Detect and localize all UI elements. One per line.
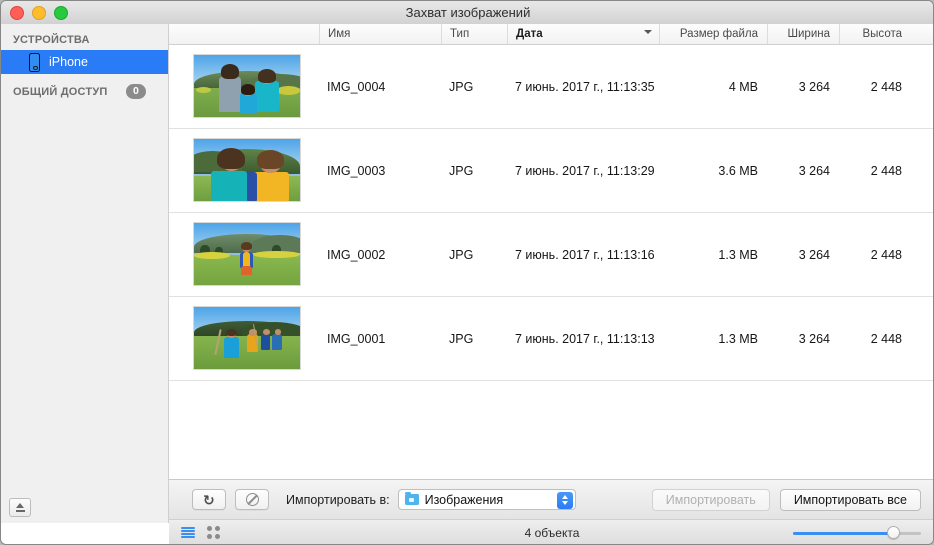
cell-name: IMG_0002 (327, 246, 385, 264)
table-row[interactable]: IMG_0003 JPG 7 июнь. 2017 г., 11:13:293.6 … (169, 129, 934, 213)
cell-height: 2 448 (839, 162, 902, 180)
iphone-icon (29, 53, 40, 72)
table-row[interactable]: IMG_0002 JPG 7 июнь. 2017 г., 11:13:161.3 … (169, 213, 934, 297)
column-header-size[interactable]: Размер файла (659, 24, 767, 44)
cell-width: 3 264 (767, 330, 830, 348)
thumbnail-cell (193, 222, 305, 288)
minimize-button[interactable] (32, 6, 46, 20)
cell-height: 2 448 (839, 78, 902, 96)
column-header-label: Дата (516, 28, 543, 40)
column-header-label: Размер файла (680, 28, 758, 40)
photo-thumbnail (193, 54, 301, 118)
table-row[interactable]: IMG_0001 JPG 7 июнь. 2017 г., 11:13:131.3 … (169, 297, 934, 381)
window-title: Захват изображений (1, 1, 934, 24)
cell-date: 7 июнь. 2017 г., 11:13:35 (515, 78, 655, 96)
destination-popup-button[interactable]: Изображения (398, 489, 576, 510)
rotate-left-icon: ↺ (203, 493, 215, 507)
column-header-name[interactable]: Имя (319, 24, 441, 44)
cell-date: 7 июнь. 2017 г., 11:13:29 (515, 162, 655, 180)
cell-type: JPG (449, 330, 473, 348)
column-header-type[interactable]: Тип (441, 24, 507, 44)
cell-size: 1.3 MB (659, 330, 758, 348)
sidebar-item-iphone[interactable]: iPhone (1, 50, 168, 74)
sidebar-header-devices: УСТРОЙСТВА (1, 24, 168, 50)
column-header-row: Имя Тип Дата Размер файла Ширина Высота (169, 24, 934, 45)
table-row[interactable]: IMG_0004 JPG 7 июнь. 2017 г., 11:13:354 MB… (169, 45, 934, 129)
photo-thumbnail (193, 222, 301, 286)
rotate-button[interactable]: ↺ (192, 489, 226, 510)
cell-width: 3 264 (767, 78, 830, 96)
import-button[interactable]: Импортировать (652, 489, 770, 511)
cell-name: IMG_0003 (327, 162, 385, 180)
cell-width: 3 264 (767, 162, 830, 180)
sidebar-header-shared: ОБЩИЙ ДОСТУП 0 (1, 74, 168, 103)
column-header-height[interactable]: Высота (839, 24, 911, 44)
cell-width: 3 264 (767, 246, 830, 264)
bottom-toolbar: ↺ Импортировать в: Изображения Импортиро… (169, 479, 934, 519)
cell-size: 3.6 MB (659, 162, 758, 180)
cell-name: IMG_0004 (327, 78, 385, 96)
destination-name: Изображения (425, 493, 504, 507)
list-empty-space[interactable] (169, 381, 934, 479)
cell-type: JPG (449, 78, 473, 96)
cell-date: 7 июнь. 2017 г., 11:13:16 (515, 246, 655, 264)
eject-button[interactable] (9, 498, 31, 517)
title-bar: Захват изображений (1, 1, 934, 25)
sidebar: УСТРОЙСТВА iPhone ОБЩИЙ ДОСТУП 0 (1, 24, 169, 523)
pictures-folder-icon (405, 494, 419, 505)
photo-thumbnail (193, 138, 301, 202)
slider-knob[interactable] (887, 526, 900, 539)
sidebar-item-label: iPhone (49, 55, 88, 69)
list-view-icon[interactable] (181, 527, 195, 539)
zoom-button[interactable] (54, 6, 68, 20)
column-header-width[interactable]: Ширина (767, 24, 839, 44)
thumbnail-cell (193, 306, 305, 372)
cell-size: 4 MB (659, 78, 758, 96)
column-header-label: Ширина (787, 28, 830, 40)
chevron-updown-icon (557, 492, 573, 509)
column-header-date[interactable]: Дата (507, 24, 659, 44)
shared-count-badge: 0 (126, 84, 146, 99)
column-header-label: Высота (863, 28, 903, 40)
cell-type: JPG (449, 246, 473, 264)
grid-view-icon[interactable] (207, 526, 220, 539)
import-all-button[interactable]: Импортировать все (780, 489, 921, 511)
image-capture-window: Захват изображений УСТРОЙСТВА iPhone ОБЩ… (0, 0, 934, 545)
thumbnail-cell (193, 138, 305, 204)
slider-fill (793, 532, 894, 535)
sort-chevron-down-icon (644, 30, 652, 35)
close-button[interactable] (10, 6, 24, 20)
column-header-label: Имя (328, 28, 350, 40)
cell-type: JPG (449, 162, 473, 180)
cell-height: 2 448 (839, 246, 902, 264)
file-list-area: Имя Тип Дата Размер файла Ширина Высота IMG_0… (169, 24, 934, 479)
cell-height: 2 448 (839, 330, 902, 348)
thumbnail-cell (193, 54, 305, 120)
file-list: IMG_0004 JPG 7 июнь. 2017 г., 11:13:354 MB… (169, 45, 934, 381)
traffic-light-buttons (10, 6, 68, 20)
no-entry-icon (246, 493, 259, 506)
import-to-label: Импортировать в: (286, 493, 390, 507)
eject-icon (15, 502, 26, 513)
sidebar-header-shared-label: ОБЩИЙ ДОСТУП (13, 86, 107, 98)
delete-button[interactable] (235, 489, 269, 510)
cell-date: 7 июнь. 2017 г., 11:13:13 (515, 330, 655, 348)
thumbnail-size-slider[interactable] (793, 526, 921, 540)
column-header-label: Тип (450, 28, 469, 40)
status-bar: 4 объекта (169, 519, 934, 545)
photo-thumbnail (193, 306, 301, 370)
cell-name: IMG_0001 (327, 330, 385, 348)
cell-size: 1.3 MB (659, 246, 758, 264)
